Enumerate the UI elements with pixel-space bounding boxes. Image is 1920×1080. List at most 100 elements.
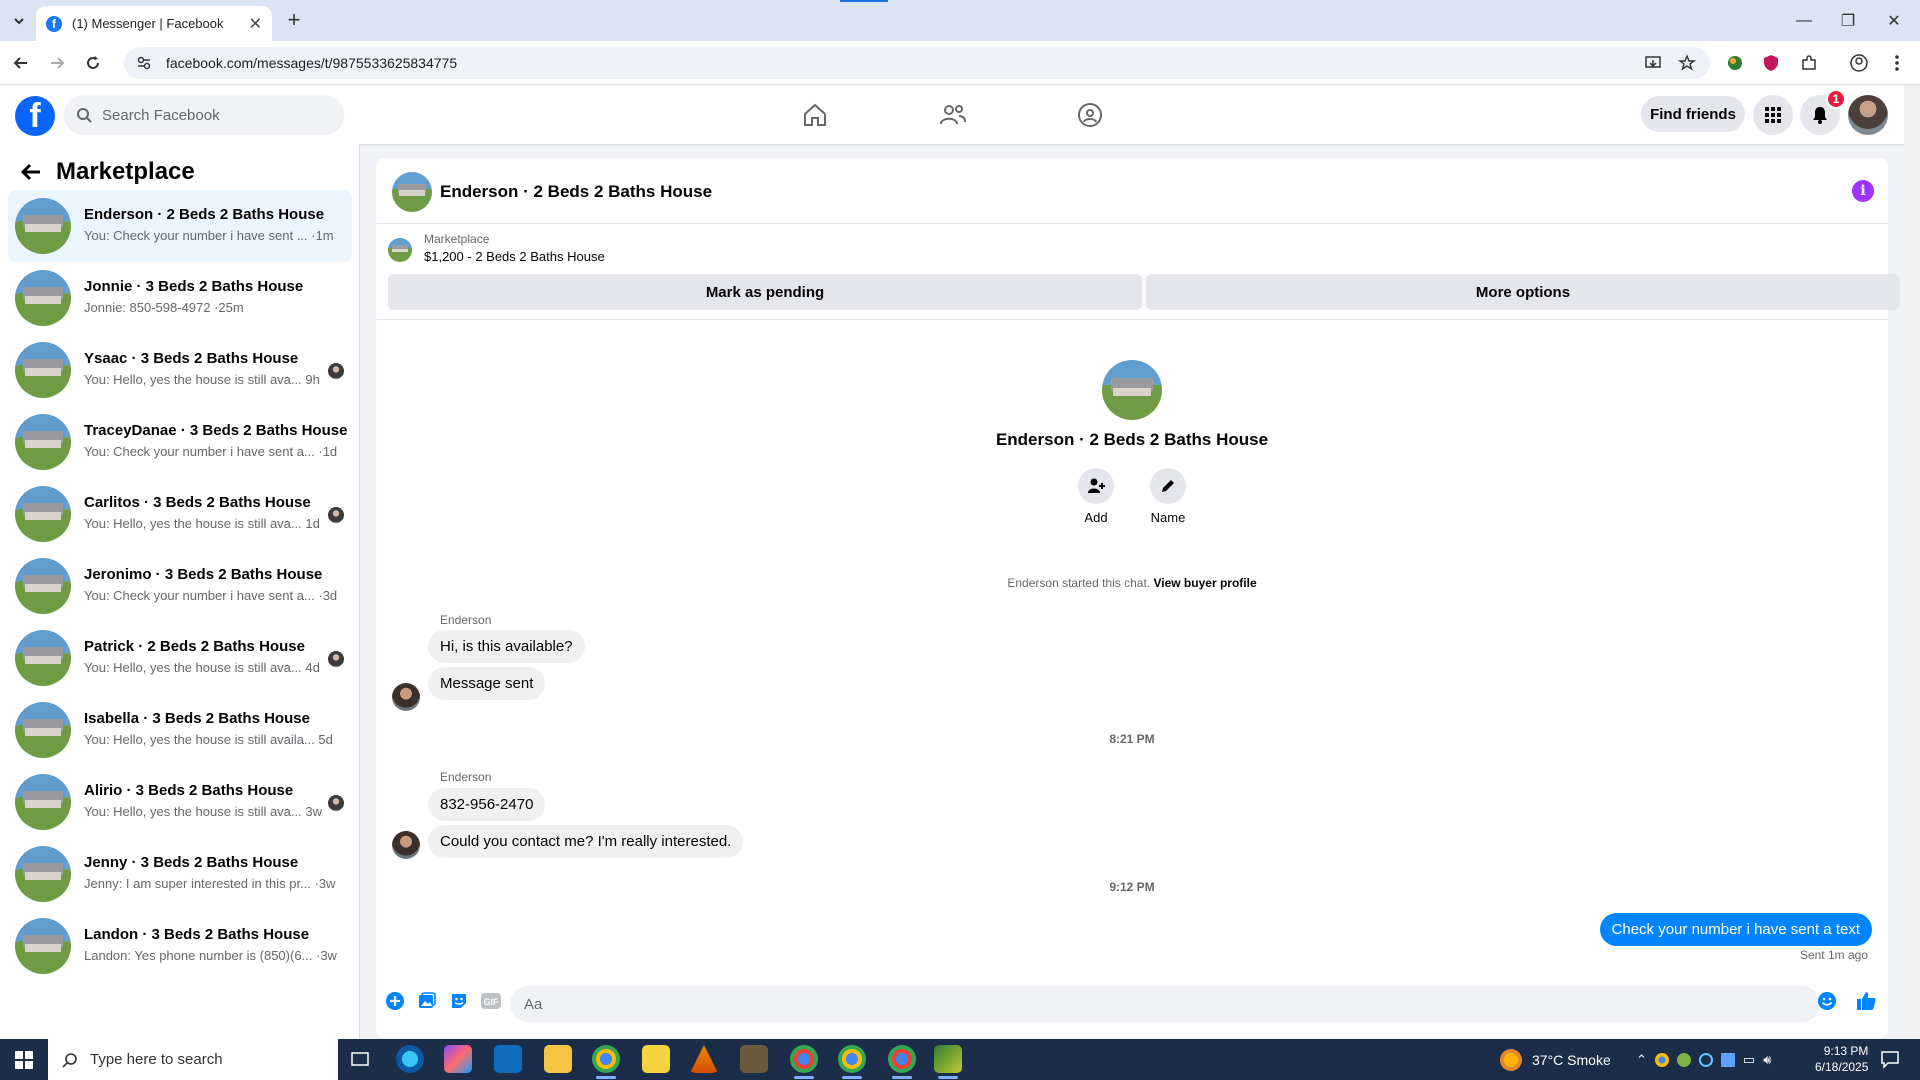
new-tab-button[interactable]: + (282, 9, 306, 33)
emoji-icon (1818, 992, 1836, 1010)
tray-app-icon[interactable] (1676, 1052, 1691, 1067)
close-tab-icon[interactable]: ✕ (249, 14, 262, 34)
chat-title[interactable]: Enderson · 2 Beds 2 Baths House (440, 182, 712, 202)
conversation-preview: Landon: Yes phone number is (850)(6... ·… (84, 948, 337, 963)
weather-widget[interactable]: 37°C Smoke (1500, 1039, 1611, 1080)
home-icon (804, 103, 826, 126)
facebook-header: f Search Facebook Find friends 1 (0, 86, 1920, 144)
file-explorer-icon[interactable] (544, 1045, 572, 1073)
install-app-icon[interactable] (1644, 54, 1662, 72)
browser-profile-icon[interactable] (1848, 52, 1870, 74)
app-window-icon[interactable] (740, 1045, 768, 1073)
site-settings-icon[interactable] (136, 55, 152, 71)
restore-button[interactable]: ❐ (1826, 8, 1870, 34)
bookmark-star-icon[interactable] (1678, 54, 1696, 72)
facebook-logo-icon[interactable]: f (15, 96, 55, 136)
gif-button[interactable]: GIF (480, 990, 502, 1012)
address-bar[interactable]: facebook.com/messages/t/9875533625834775 (124, 47, 1710, 79)
conversation-item[interactable]: Landon · 3 Beds 2 Baths House Landon: Yes… (8, 910, 352, 982)
more-actions-button[interactable] (384, 990, 406, 1012)
add-person-button[interactable]: Add (1066, 468, 1126, 525)
menu-grid-button[interactable] (1753, 95, 1793, 135)
seen-avatar (328, 795, 344, 811)
attach-photo-button[interactable] (416, 990, 438, 1012)
display-icon[interactable]: ▭ (1743, 1052, 1755, 1068)
vlc-icon[interactable] (690, 1045, 718, 1073)
groups-icon (1078, 103, 1102, 127)
sidebar-header: Marketplace (20, 158, 195, 186)
forward-button[interactable] (44, 50, 70, 76)
conversation-item[interactable]: Jonnie · 3 Beds 2 Baths House Jonnie: 850… (8, 262, 352, 334)
listing-summary[interactable]: Marketplace $1,200 - 2 Beds 2 Baths Hous… (388, 232, 1876, 264)
browser-tab-messenger[interactable]: f (1) Messenger | Facebook ✕ (36, 6, 272, 41)
conversation-name: Jonnie · 3 Beds 2 Baths House (84, 278, 304, 295)
chrome-profile-icon[interactable] (790, 1045, 818, 1079)
sender-avatar[interactable] (392, 683, 420, 711)
message-sender-name: Enderson (440, 613, 492, 627)
task-view-icon[interactable] (346, 1045, 374, 1073)
ublock-shield-icon[interactable] (1760, 52, 1782, 74)
tray-app-icon[interactable] (1720, 1052, 1735, 1067)
conversation-info-icon[interactable]: i (1852, 180, 1874, 202)
back-button[interactable] (8, 50, 34, 76)
conversation-item[interactable]: Jenny · 3 Beds 2 Baths House Jenny: I am … (8, 838, 352, 910)
facebook-search-field[interactable]: Search Facebook (64, 95, 344, 135)
copilot-icon[interactable] (444, 1045, 472, 1073)
conversation-preview: You: Hello, yes the house is still ava..… (84, 516, 320, 531)
message-input[interactable] (510, 986, 1820, 1022)
page-scrollbar[interactable] (1904, 86, 1920, 1039)
app-globe-icon[interactable] (934, 1045, 962, 1079)
conversation-name: Patrick · 2 Beds 2 Baths House (84, 638, 305, 655)
volume-icon[interactable]: 🔊︎ (1763, 1052, 1771, 1068)
conversation-name: Alirio · 3 Beds 2 Baths House (84, 782, 294, 799)
view-buyer-profile-link[interactable]: View buyer profile (1153, 576, 1256, 590)
conversation-item[interactable]: Enderson · 2 Beds 2 Baths House You: Chec… (8, 190, 352, 262)
back-arrow-icon[interactable] (20, 162, 42, 182)
emoji-button[interactable] (1816, 990, 1838, 1012)
tray-chrome-icon[interactable] (1654, 1052, 1669, 1067)
more-options-button[interactable]: More options (1146, 274, 1900, 310)
mark-as-pending-button[interactable]: Mark as pending (388, 274, 1142, 310)
conversation-item[interactable]: Jeronimo · 3 Beds 2 Baths House You: Chec… (8, 550, 352, 622)
extensions-puzzle-icon[interactable] (1798, 52, 1820, 74)
tray-network-icon[interactable] (1698, 1052, 1713, 1067)
plus-circle-icon (386, 992, 404, 1010)
taskbar-search-box[interactable]: Type here to search (48, 1039, 338, 1080)
sticky-notes-icon[interactable] (642, 1045, 670, 1073)
minimize-button[interactable]: — (1782, 8, 1826, 34)
tab-search-button[interactable] (8, 10, 30, 32)
taskbar-clock[interactable]: 9:13 PM 6/18/2025 (1815, 1043, 1868, 1075)
conversation-item[interactable]: Isabella · 3 Beds 2 Baths House You: Hell… (8, 694, 352, 766)
sender-avatar[interactable] (392, 831, 420, 859)
friends-nav-button[interactable] (938, 100, 968, 130)
groups-nav-button[interactable] (1075, 100, 1105, 130)
send-like-button[interactable] (1855, 990, 1877, 1012)
find-friends-button[interactable]: Find friends (1641, 96, 1745, 132)
listing-thumbnail (15, 846, 71, 902)
conversation-item[interactable]: Carlitos · 3 Beds 2 Baths House You: Hell… (8, 478, 352, 550)
account-avatar[interactable] (1848, 95, 1888, 135)
chrome-profile-icon[interactable] (888, 1045, 916, 1079)
reload-button[interactable] (80, 50, 106, 76)
thumbs-up-icon (1857, 992, 1876, 1010)
start-button[interactable] (0, 1039, 48, 1080)
sticker-button[interactable] (448, 990, 470, 1012)
conversation-item[interactable]: Alirio · 3 Beds 2 Baths House You: Hello,… (8, 766, 352, 838)
conversation-item[interactable]: TraceyDanae · 3 Beds 2 Baths House You: C… (8, 406, 352, 478)
notification-center-icon[interactable] (1880, 1049, 1900, 1069)
close-window-button[interactable]: ✕ (1872, 8, 1916, 34)
store-icon[interactable] (494, 1045, 522, 1073)
chevron-up-icon[interactable]: ⌃ (1636, 1052, 1647, 1068)
message-timestamp: 8:21 PM (1109, 732, 1155, 746)
edge-browser-icon[interactable] (396, 1045, 424, 1073)
pencil-icon (1162, 480, 1174, 492)
home-nav-button[interactable] (800, 100, 830, 130)
conversation-item[interactable]: Patrick · 2 Beds 2 Baths House You: Hello… (8, 622, 352, 694)
browser-menu-icon[interactable] (1886, 52, 1908, 74)
chrome-profile-icon[interactable] (838, 1045, 866, 1079)
chat-thumbnail[interactable] (392, 172, 432, 212)
extension-globe-icon[interactable] (1724, 52, 1746, 74)
chrome-icon[interactable] (592, 1045, 620, 1079)
conversation-item[interactable]: Ysaac · 3 Beds 2 Baths House You: Hello, … (8, 334, 352, 406)
edit-name-button[interactable]: Name (1138, 468, 1198, 525)
